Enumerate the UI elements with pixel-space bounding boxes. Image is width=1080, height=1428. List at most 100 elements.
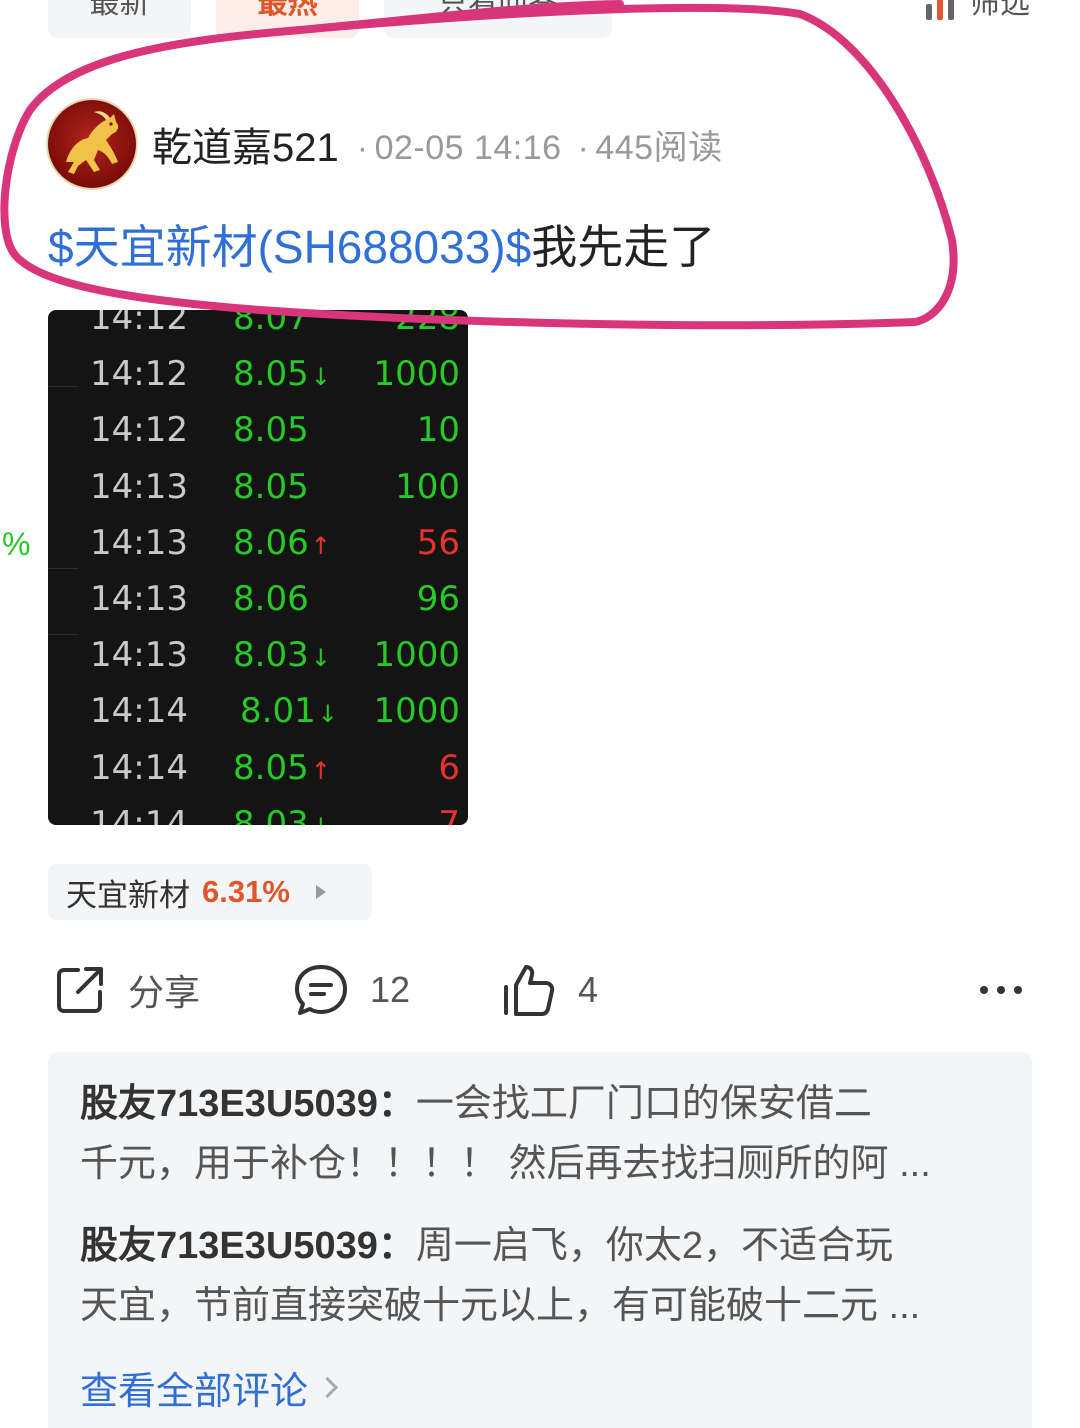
tick-price: 8.07: [233, 310, 311, 338]
tick-time: 14:12: [90, 310, 188, 338]
trade-tick-row: 14:14 8.03↓ 7: [90, 804, 460, 825]
trade-tick-row: 14:12 8.05↓ 1000: [90, 354, 460, 410]
more-options-button[interactable]: [976, 958, 1026, 1022]
tick-volume: 96: [416, 579, 460, 619]
tab-qa-only[interactable]: 只看问答: [384, 0, 612, 38]
tick-volume: 228: [395, 310, 460, 338]
avatar[interactable]: [48, 100, 136, 188]
tick-price: 8.05↑: [233, 748, 331, 788]
arrow-down-icon: ↓: [310, 363, 331, 392]
tick-volume: 7: [438, 803, 460, 825]
share-button[interactable]: 分享: [52, 958, 200, 1022]
trade-tick-row: 14:12 8.05 10: [90, 410, 460, 466]
post-content: $天宜新材(SH688033)$我先走了: [48, 212, 715, 282]
tick-price-value: 8.06: [233, 579, 309, 619]
tick-price: 8.05↓: [233, 354, 331, 394]
tick-time: 14:14: [90, 691, 188, 732]
tick-time: 14:13: [90, 579, 188, 619]
tick-price-value: 8.05: [233, 410, 309, 451]
tick-price-value: 8.05: [233, 466, 309, 507]
image-left-gutter: [48, 310, 78, 825]
tick-price: 8.01↓: [240, 691, 338, 731]
golden-horse-icon: [66, 111, 119, 174]
tick-price: 8.06↑: [233, 523, 331, 563]
arrow-up-icon: ↑: [310, 756, 331, 785]
tick-price-value: 8.06: [233, 522, 309, 563]
tick-price-value: 8.01: [240, 691, 316, 732]
comment-item[interactable]: 股友713E3U5039：周一启飞，你太2，不适合玩 天宜，节前直接突破十元以上…: [80, 1216, 1010, 1336]
trade-tick-row: 14:12 8.07 228: [90, 310, 460, 354]
cropped-percent: %: [2, 526, 31, 562]
stock-chip-name: 天宜新材: [66, 877, 190, 913]
trade-tick-row: 14:13 8.03↓ 1000: [90, 635, 460, 691]
comments-preview: 股友713E3U5039：一会找工厂门口的保安借二 千元，用于补仓！！！！ 然后…: [48, 1052, 1032, 1428]
comment-text: 周一启飞，你太2，不适合玩: [415, 1225, 893, 1267]
tab-latest[interactable]: 最新: [48, 0, 191, 38]
comment-text: 一会找工厂门口的保安借二: [415, 1083, 872, 1125]
tick-price: 8.06: [233, 579, 311, 619]
trade-tick-row: 14:14 8.05↑ 6: [90, 748, 460, 804]
arrow-down-icon: ↓: [317, 700, 338, 729]
arrow-down-icon: ↓: [310, 644, 331, 673]
comment-user[interactable]: 股友713E3U5039：: [80, 1083, 416, 1125]
share-icon: [57, 967, 103, 1013]
comment-count: 12: [370, 969, 411, 1010]
tick-price-value: 8.05: [233, 354, 309, 395]
more-icon: [980, 986, 1022, 994]
filter-icon: [926, 0, 958, 20]
comment-text-continued: 天宜，节前直接突破十元以上，有可能破十二元 ...: [80, 1285, 921, 1327]
tick-volume: 1000: [373, 691, 460, 732]
tab-hot-label: 最热: [257, 0, 318, 20]
read-count: 445阅读: [595, 128, 723, 167]
tick-price-value: 8.03: [233, 635, 309, 676]
play-arrow-icon: [315, 885, 326, 899]
tick-price: 8.05: [233, 467, 311, 507]
comment-text-continued: 千元，用于补仓！！！！ 然后再去找扫厕所的阿 ...: [80, 1143, 931, 1185]
tick-volume: 10: [416, 410, 460, 451]
tab-qa-only-label: 只看问答: [438, 0, 558, 20]
tick-volume: 100: [395, 466, 460, 507]
view-all-comments-link[interactable]: 查看全部评论: [80, 1360, 339, 1415]
tick-time: 14:12: [90, 410, 188, 451]
comment-button[interactable]: 12: [292, 958, 410, 1022]
tick-price: 8.05: [233, 410, 311, 450]
comment-user[interactable]: 股友713E3U5039：: [80, 1225, 416, 1267]
filter-button[interactable]: 筛选: [926, 0, 1030, 22]
author-name[interactable]: 乾道嘉521: [152, 115, 339, 173]
tick-time: 14:12: [90, 354, 188, 395]
tick-price-value: 8.07: [233, 310, 309, 338]
chevron-right-icon: [316, 1376, 339, 1399]
like-count: 4: [578, 969, 599, 1010]
tick-price: 8.03↓: [233, 804, 331, 825]
post-meta: · 02-05 14:16 · 445阅读: [356, 128, 723, 167]
view-all-label: 查看全部评论: [80, 1371, 309, 1413]
tick-price-value: 8.03: [233, 803, 309, 825]
trade-tick-row: 14:13 8.06↑ 56: [90, 523, 460, 579]
filter-label: 筛选: [970, 0, 1030, 20]
stock-quote-chip[interactable]: 天宜新材 6.31%: [48, 864, 372, 920]
tick-price: 8.03↓: [233, 635, 331, 675]
arrow-up-icon: ↑: [310, 531, 331, 560]
post-image-trade-ticks[interactable]: 14:12 8.07 228 14:12 8.05↓ 1000 14:12 8.05 10 14:…: [48, 310, 468, 825]
tick-volume: 1000: [373, 354, 460, 395]
tab-latest-label: 最新: [89, 0, 150, 20]
sort-tabs: 最新 最热 只看问答 筛选: [0, 0, 1080, 40]
share-label: 分享: [128, 972, 201, 1013]
trade-tick-row: 14:13 8.06 96: [90, 579, 460, 635]
comment-icon: [295, 965, 347, 1015]
tick-volume: 1000: [373, 635, 460, 676]
thumbs-up-icon: [504, 965, 555, 1016]
tick-time: 14:13: [90, 522, 188, 563]
arrow-down-icon: ↓: [311, 813, 331, 825]
tick-volume: 6: [438, 747, 460, 788]
post-body-text: 我先走了: [531, 221, 716, 273]
post-actions: 分享 12 4: [0, 958, 1080, 1022]
tick-time: 14:14: [90, 747, 188, 788]
like-button[interactable]: 4: [500, 958, 598, 1022]
tab-hot[interactable]: 最热: [216, 0, 359, 38]
stock-link[interactable]: $天宜新材(SH688033)$: [48, 221, 531, 273]
tick-price-value: 8.05: [233, 747, 309, 788]
comment-item[interactable]: 股友713E3U5039：一会找工厂门口的保安借二 千元，用于补仓！！！！ 然后…: [80, 1074, 1010, 1194]
tick-time: 14:13: [90, 635, 188, 676]
stock-chip-change: 6.31%: [202, 874, 290, 909]
